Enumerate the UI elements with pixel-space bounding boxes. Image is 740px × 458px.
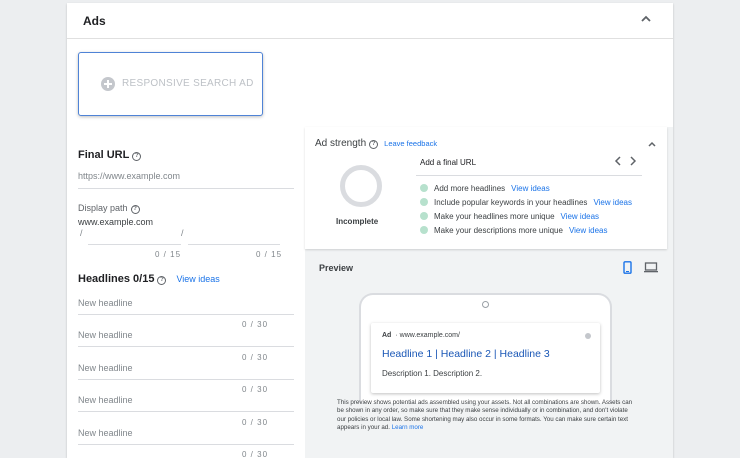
phone-frame: Ad · www.example.com/ Headline 1 | Headli…: [359, 293, 612, 403]
final-url-prompt: Add a final URL: [420, 158, 477, 167]
headline-counter-5: 0 / 30: [242, 450, 269, 458]
headline-counter-4: 0 / 30: [242, 418, 269, 427]
view-ideas-link[interactable]: View ideas: [511, 184, 550, 193]
mobile-icon[interactable]: [623, 261, 632, 274]
ad-form: Final URL? https://www.example.com Displ…: [67, 127, 305, 458]
display-path-label: Display path?: [78, 203, 140, 214]
headline-input-1[interactable]: New headline: [78, 298, 133, 308]
ad-type-area: RESPONSIVE SEARCH AD: [67, 40, 673, 127]
ad-strength-title: Ad strength? Leave feedback: [315, 138, 438, 149]
tip-item: Make your headlines more unique View idea…: [420, 212, 599, 221]
headline-input-3[interactable]: New headline: [78, 363, 133, 373]
preview-panel: Ad strength? Leave feedback Incomplete Ad…: [305, 127, 673, 458]
chevron-right-icon[interactable]: [628, 154, 638, 168]
tip-status-dot: [420, 226, 428, 234]
headlines-view-ideas-link[interactable]: View ideas: [176, 274, 219, 284]
path2-counter: 0 / 15: [256, 250, 283, 259]
headlines-title: Headlines 0/15? View ideas: [78, 273, 220, 285]
rsa-button-label: RESPONSIVE SEARCH AD: [122, 78, 254, 89]
ads-header[interactable]: Ads: [67, 3, 673, 39]
path-separator: /: [80, 228, 83, 238]
path2-input[interactable]: [188, 244, 280, 245]
headline-counter-2: 0 / 30: [242, 353, 269, 362]
ad-preview-headline[interactable]: Headline 1 | Headline 2 | Headline 3: [382, 348, 550, 360]
headline-underline: [78, 346, 294, 347]
ads-card: Ads RESPONSIVE SEARCH AD Final URL? http…: [67, 3, 673, 458]
responsive-search-ad-button[interactable]: RESPONSIVE SEARCH AD: [78, 52, 263, 116]
headline-input-5[interactable]: New headline: [78, 428, 133, 438]
learn-more-link[interactable]: Learn more: [392, 424, 424, 431]
headline-input-4[interactable]: New headline: [78, 395, 133, 405]
tip-status-dot: [420, 184, 428, 192]
tip-status-dot: [420, 198, 428, 206]
headline-counter-3: 0 / 30: [242, 385, 269, 394]
ad-url-line: Ad · www.example.com/: [382, 332, 460, 339]
display-path-domain: www.example.com: [78, 217, 154, 227]
ad-strength-status: Incomplete: [336, 217, 379, 226]
chevron-up-icon[interactable]: [647, 139, 657, 149]
ad-preview-card: Ad · www.example.com/ Headline 1 | Headli…: [371, 323, 600, 393]
path1-input[interactable]: [88, 244, 181, 245]
headline-underline: [78, 444, 294, 445]
preview-title: Preview: [319, 263, 354, 273]
help-icon[interactable]: ?: [130, 205, 140, 214]
help-icon[interactable]: ?: [132, 152, 142, 161]
final-url-input[interactable]: https://www.example.com: [78, 171, 180, 181]
path-separator: /: [181, 228, 184, 238]
headline-underline: [78, 379, 294, 380]
final-url-underline: [416, 175, 642, 176]
headline-counter-1: 0 / 30: [242, 320, 269, 329]
info-icon[interactable]: [585, 333, 591, 339]
tip-item: Make your descriptions more unique View i…: [420, 226, 608, 235]
headline-underline: [78, 314, 294, 315]
help-icon[interactable]: ?: [369, 140, 379, 149]
camera-icon: [482, 301, 489, 308]
help-icon[interactable]: ?: [157, 276, 167, 285]
ad-strength-card: Ad strength? Leave feedback Incomplete Ad…: [305, 127, 667, 249]
ad-preview-description: Description 1. Description 2.: [382, 369, 483, 378]
add-circle-icon: [101, 77, 115, 91]
desktop-icon[interactable]: [644, 262, 658, 273]
tip-status-dot: [420, 212, 428, 220]
headline-input-2[interactable]: New headline: [78, 330, 133, 340]
chevron-left-icon[interactable]: [613, 154, 623, 168]
view-ideas-link[interactable]: View ideas: [569, 226, 608, 235]
view-ideas-link[interactable]: View ideas: [593, 198, 632, 207]
ad-strength-ring: [340, 165, 382, 207]
view-ideas-link[interactable]: View ideas: [561, 212, 600, 221]
final-url-underline: [78, 188, 294, 189]
preview-disclaimer: This preview shows potential ads assembl…: [337, 399, 633, 431]
final-url-label: Final URL?: [78, 149, 142, 161]
section-title: Ads: [83, 14, 106, 28]
tip-item: Add more headlines View ideas: [420, 184, 550, 193]
path1-counter: 0 / 15: [155, 250, 182, 259]
chevron-up-icon[interactable]: [639, 12, 653, 26]
tip-item: Include popular keywords in your headlin…: [420, 198, 632, 207]
leave-feedback-link[interactable]: Leave feedback: [384, 139, 437, 148]
headline-underline: [78, 411, 294, 412]
